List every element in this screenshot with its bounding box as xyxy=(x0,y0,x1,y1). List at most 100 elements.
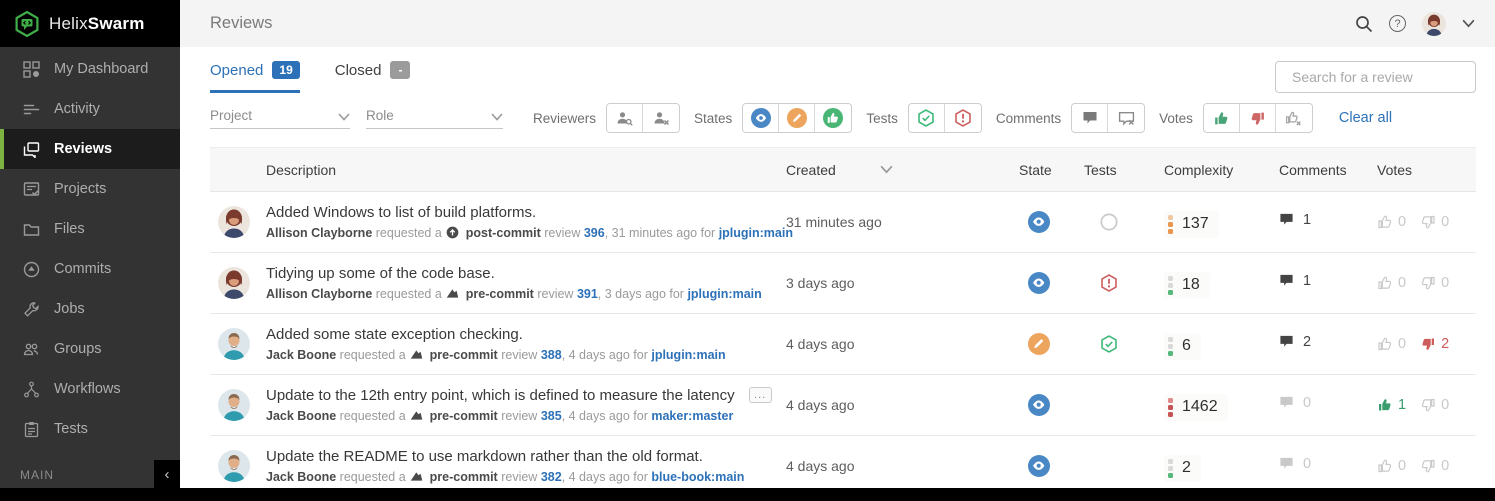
thumb-up-icon xyxy=(1377,397,1393,413)
column-tests: Tests xyxy=(1084,161,1117,178)
sidebar-item-projects[interactable]: Projects xyxy=(0,169,180,209)
review-title-link[interactable]: Update the README to use markdown rather… xyxy=(266,448,703,465)
review-search-input[interactable] xyxy=(1292,69,1473,85)
review-meta: Jack Boone requested a pre-commit review… xyxy=(266,348,726,362)
sidebar-item-my-dashboard[interactable]: My Dashboard xyxy=(0,49,180,89)
tests-icon xyxy=(1100,274,1118,292)
avatar[interactable] xyxy=(218,267,250,299)
author-name[interactable]: Allison Clayborne xyxy=(266,287,372,301)
comment-x-icon xyxy=(1118,110,1135,127)
author-name[interactable]: Jack Boone xyxy=(266,470,336,484)
role-filter-select[interactable]: Role xyxy=(366,108,503,129)
avatar[interactable] xyxy=(218,389,250,421)
branch-link[interactable]: jplugin:main xyxy=(651,348,725,362)
states-filter-label: States xyxy=(694,110,733,126)
column-created[interactable]: Created xyxy=(786,162,1006,178)
sidebar-item-activity[interactable]: Activity xyxy=(0,89,180,129)
commits-icon xyxy=(23,261,40,278)
state-needs-review-button[interactable] xyxy=(743,104,780,132)
author-name[interactable]: Allison Clayborne xyxy=(266,226,372,240)
tests-fail-button[interactable] xyxy=(944,104,981,132)
tab-closed[interactable]: Closed - xyxy=(335,61,411,90)
current-user-avatar[interactable] xyxy=(1422,11,1446,36)
complexity-meter xyxy=(1168,214,1173,234)
thumb-up-icon xyxy=(1377,336,1393,352)
author-name[interactable]: Jack Boone xyxy=(266,409,336,423)
pencil-icon xyxy=(786,108,807,128)
no-reviewer-button[interactable] xyxy=(643,104,680,132)
review-meta: Jack Boone requested a pre-commit review… xyxy=(266,470,745,484)
sidebar-item-reviews[interactable]: Reviews xyxy=(0,129,180,169)
complexity-cell: 137 xyxy=(1164,210,1219,238)
votes-down-button[interactable] xyxy=(1239,104,1276,132)
sidebar-item-files[interactable]: Files xyxy=(0,209,180,249)
clear-all-filters-link[interactable]: Clear all xyxy=(1339,110,1392,126)
sidebar-item-commits[interactable]: Commits xyxy=(0,249,180,289)
reviewers-filter-label: Reviewers xyxy=(533,110,597,126)
chevron-down-icon xyxy=(338,111,350,123)
review-row[interactable]: Added Windows to list of build platforms… xyxy=(210,192,1476,253)
sidebar-footer: MAIN ‹ xyxy=(0,458,180,488)
expand-description-button[interactable]: ... xyxy=(748,387,772,403)
tests-filter-label: Tests xyxy=(866,110,898,126)
review-row[interactable]: Update to the 12th entry point, which is… xyxy=(210,375,1476,436)
state-icon xyxy=(1027,272,1050,294)
downvote: 0 xyxy=(1420,397,1449,413)
complexity-value: 137 xyxy=(1182,215,1209,232)
review-id-link[interactable]: 388 xyxy=(541,348,562,362)
sidebar-collapse-button[interactable]: ‹ xyxy=(154,460,180,488)
branch-link[interactable]: jplugin:main xyxy=(719,226,793,240)
complexity-cell: 2 xyxy=(1164,454,1201,482)
files-icon xyxy=(23,221,40,238)
sidebar-item-workflows[interactable]: Workflows xyxy=(0,369,180,409)
avatar[interactable] xyxy=(218,450,250,482)
search-icon[interactable] xyxy=(1355,15,1373,33)
review-id-link[interactable]: 382 xyxy=(541,470,562,484)
votes-up-button[interactable] xyxy=(1203,104,1240,132)
has-comments-button[interactable] xyxy=(1072,104,1109,132)
state-approved-button[interactable] xyxy=(815,104,852,132)
jobs-icon xyxy=(23,301,40,318)
tests-pass-button[interactable] xyxy=(908,104,945,132)
review-id-link[interactable]: 391 xyxy=(577,287,598,301)
review-id-link[interactable]: 396 xyxy=(584,226,605,240)
user-menu-chevron-icon[interactable] xyxy=(1462,17,1475,30)
commit-type-icon xyxy=(446,287,460,301)
commit-type: pre-commit xyxy=(429,470,498,484)
project-filter-select[interactable]: Project xyxy=(210,108,350,129)
help-icon[interactable]: ? xyxy=(1389,15,1406,32)
votes-none-button[interactable] xyxy=(1275,104,1312,132)
review-row[interactable]: Added some state exception checking. Jac… xyxy=(210,314,1476,375)
brand-name: HelixSwarm xyxy=(49,13,145,33)
sidebar-nav: My Dashboard Activity Reviews Projects F… xyxy=(0,47,180,449)
branch-link[interactable]: blue-book:main xyxy=(651,470,744,484)
state-needs-revision-button[interactable] xyxy=(779,104,816,132)
upvote: 0 xyxy=(1377,275,1406,291)
no-comments-button[interactable] xyxy=(1108,104,1145,132)
review-title-link[interactable]: Added some state exception checking. xyxy=(266,326,523,343)
top-header: Reviews ? xyxy=(180,0,1495,47)
complexity-cell: 6 xyxy=(1164,332,1201,360)
avatar[interactable] xyxy=(218,328,250,360)
person-search-icon xyxy=(616,110,633,127)
review-id-link[interactable]: 385 xyxy=(541,409,562,423)
thumb-down-icon xyxy=(1420,336,1436,352)
review-title-link[interactable]: Added Windows to list of build platforms… xyxy=(266,204,536,221)
sidebar-item-jobs[interactable]: Jobs xyxy=(0,289,180,329)
sidebar-item-tests[interactable]: Tests xyxy=(0,409,180,449)
branch-link[interactable]: maker:master xyxy=(651,409,733,423)
downvote: 0 xyxy=(1420,214,1449,230)
column-votes: Votes xyxy=(1377,161,1413,178)
reviews-table: Description Created State Tests Complexi… xyxy=(210,147,1476,497)
comment-icon xyxy=(1279,456,1294,471)
review-row[interactable]: Tidying up some of the code base. Alliso… xyxy=(210,253,1476,314)
tab-opened[interactable]: Opened 19 xyxy=(210,61,300,93)
reviewer-search-button[interactable] xyxy=(607,104,644,132)
app-logo[interactable]: HelixSwarm xyxy=(0,0,180,47)
review-title-link[interactable]: Tidying up some of the code base. xyxy=(266,265,495,282)
branch-link[interactable]: jplugin:main xyxy=(687,287,761,301)
sidebar-item-groups[interactable]: Groups xyxy=(0,329,180,369)
review-title-link[interactable]: Update to the 12th entry point, which is… xyxy=(266,387,735,404)
author-name[interactable]: Jack Boone xyxy=(266,348,336,362)
avatar[interactable] xyxy=(218,206,250,238)
